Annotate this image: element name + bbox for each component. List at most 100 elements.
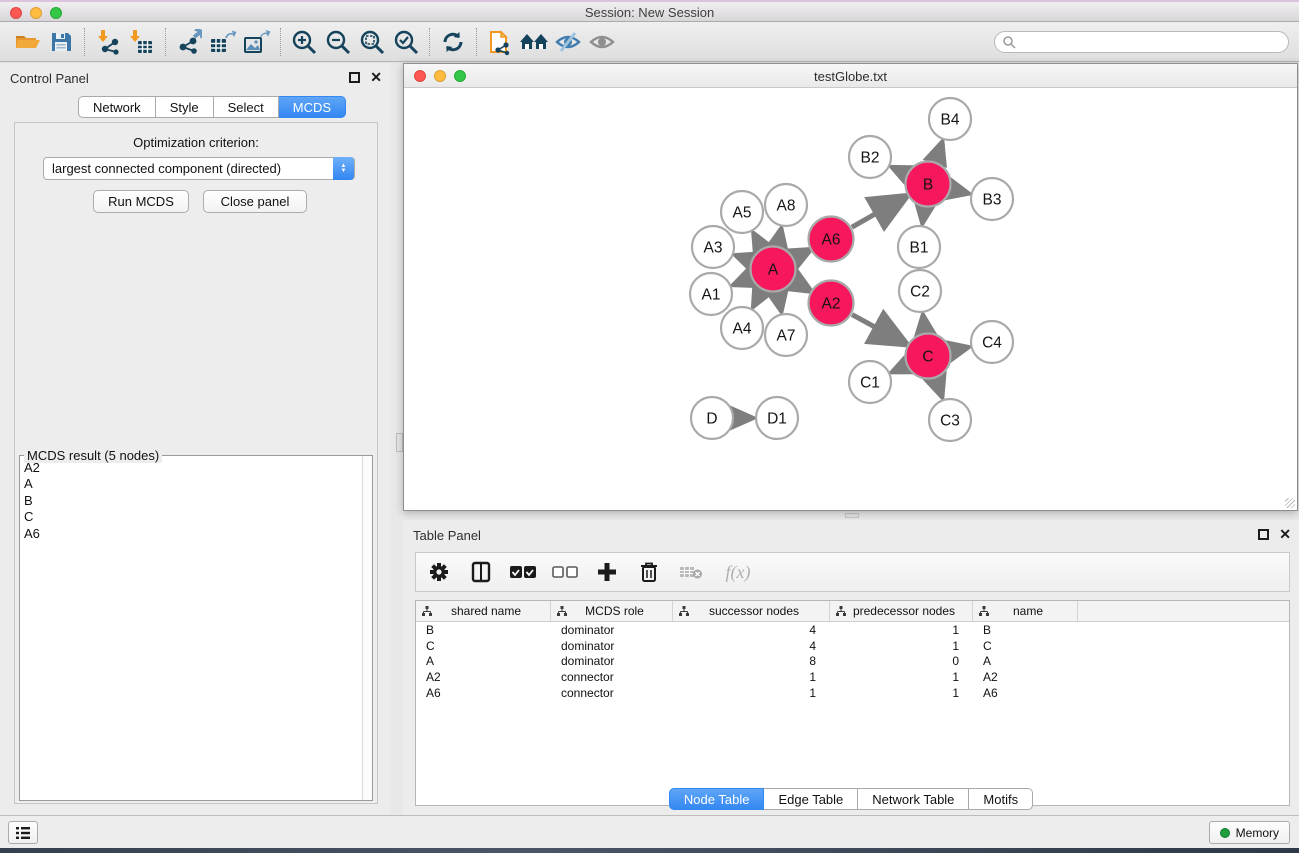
- column-visibility-button[interactable]: [468, 558, 494, 586]
- edge-C-C2[interactable]: [923, 316, 925, 332]
- edge-A-A5[interactable]: [754, 234, 762, 248]
- select-all-icon: [510, 565, 536, 579]
- table-row[interactable]: Adominator80A: [416, 654, 1289, 670]
- search-box[interactable]: [994, 31, 1289, 53]
- edge-A-A6[interactable]: [794, 251, 807, 258]
- table-row[interactable]: A2connector11A2: [416, 669, 1289, 685]
- network-document-button[interactable]: [483, 26, 517, 58]
- optimization-criterion-select[interactable]: largest connected component (directed) ▲…: [43, 157, 355, 180]
- memory-button-label: Memory: [1236, 826, 1279, 840]
- edge-A-A3[interactable]: [736, 256, 750, 261]
- select-all-button[interactable]: [510, 558, 536, 586]
- edge-A-A7[interactable]: [778, 293, 782, 311]
- import-network-icon: [95, 29, 121, 55]
- table-cell: 8: [673, 654, 830, 668]
- edge-C-C3[interactable]: [936, 379, 942, 397]
- table-tab-motifs[interactable]: Motifs: [969, 788, 1033, 810]
- refresh-layout-button[interactable]: [436, 26, 470, 58]
- deselect-all-icon: [552, 565, 578, 579]
- deselect-all-button[interactable]: [552, 558, 578, 586]
- network-canvas[interactable]: B4B2BB3A5A8A6A3B1AA1C2A2A4A7C4CC1DD1C3: [405, 89, 1296, 509]
- vertical-splitter-handle[interactable]: [396, 433, 403, 452]
- network-graph[interactable]: B4B2BB3A5A8A6A3B1AA1C2A2A4A7C4CC1DD1C3: [405, 89, 1296, 509]
- table-row[interactable]: Cdominator41C: [416, 638, 1289, 654]
- add-column-button[interactable]: [594, 558, 620, 586]
- close-table-panel-icon[interactable]: ✕: [1279, 529, 1291, 540]
- column-header-shared-name[interactable]: shared name: [416, 601, 551, 621]
- export-table-icon: [209, 29, 237, 55]
- table-cell: 1: [830, 686, 973, 700]
- result-item[interactable]: A: [21, 476, 361, 492]
- window-resize-handle[interactable]: [1285, 498, 1295, 508]
- close-panel-button[interactable]: Close panel: [203, 190, 307, 213]
- column-header-predecessor-nodes[interactable]: predecessor nodes: [830, 601, 973, 621]
- edge-A6-B[interactable]: [852, 197, 905, 227]
- edge-B-B4[interactable]: [936, 143, 942, 162]
- result-item[interactable]: B: [21, 493, 361, 509]
- edge-A-A4[interactable]: [754, 290, 762, 306]
- function-builder-button[interactable]: f(x): [720, 558, 756, 586]
- export-network-button[interactable]: [172, 26, 206, 58]
- tab-mcds[interactable]: MCDS: [279, 96, 346, 118]
- edge-A-A2[interactable]: [794, 281, 808, 289]
- show-details-button[interactable]: [585, 26, 619, 58]
- table-cell: 1: [673, 686, 830, 700]
- edge-B-B2[interactable]: [893, 168, 907, 174]
- result-item[interactable]: A2: [21, 460, 361, 476]
- export-image-button[interactable]: [240, 26, 274, 58]
- zoom-selected-button[interactable]: [389, 26, 423, 58]
- table-row[interactable]: A6connector11A6: [416, 685, 1289, 701]
- table-cell: C: [416, 639, 551, 653]
- mcds-result-list[interactable]: A2ABCA6: [21, 460, 361, 799]
- column-header-successor-nodes[interactable]: successor nodes: [673, 601, 830, 621]
- edge-B-B3[interactable]: [951, 189, 967, 193]
- table-tab-network-table[interactable]: Network Table: [858, 788, 969, 810]
- edge-A-A8[interactable]: [778, 229, 781, 245]
- tab-style[interactable]: Style: [156, 96, 214, 118]
- result-item[interactable]: C: [21, 509, 361, 525]
- tab-network[interactable]: Network: [78, 96, 156, 118]
- table-tab-node-table[interactable]: Node Table: [669, 788, 765, 810]
- zoom-out-button[interactable]: [321, 26, 355, 58]
- zoom-fit-button[interactable]: [355, 26, 389, 58]
- import-network-button[interactable]: [91, 26, 125, 58]
- tab-select[interactable]: Select: [214, 96, 279, 118]
- save-session-icon: [49, 30, 73, 54]
- network-window-titlebar[interactable]: testGlobe.txt: [404, 64, 1297, 88]
- edge-A-A1[interactable]: [734, 278, 751, 285]
- delete-column-button[interactable]: [636, 558, 662, 586]
- zoom-in-button[interactable]: [287, 26, 321, 58]
- export-table-button[interactable]: [206, 26, 240, 58]
- home-button[interactable]: [517, 26, 551, 58]
- column-header-MCDS-role[interactable]: MCDS role: [551, 601, 673, 621]
- result-item[interactable]: A6: [21, 526, 361, 542]
- float-panel-icon[interactable]: [349, 72, 360, 83]
- settings-gear-button[interactable]: [426, 558, 452, 586]
- edge-A2-C[interactable]: [852, 315, 904, 344]
- column-header-label: shared name: [432, 604, 550, 618]
- close-panel-icon[interactable]: ✕: [370, 72, 382, 83]
- hide-details-button[interactable]: [551, 26, 585, 58]
- column-header-name[interactable]: name: [973, 601, 1078, 621]
- search-input[interactable]: [1016, 35, 1288, 49]
- edge-C-C4[interactable]: [951, 347, 967, 351]
- table-row[interactable]: Bdominator41B: [416, 622, 1289, 638]
- table-tab-edge-table[interactable]: Edge Table: [764, 788, 858, 810]
- attribute-type-icon: [422, 606, 432, 616]
- edge-B-B1[interactable]: [923, 208, 925, 222]
- task-history-button[interactable]: [8, 821, 38, 844]
- horizontal-splitter-handle[interactable]: [845, 513, 859, 518]
- result-scrollbar[interactable]: [362, 456, 372, 800]
- import-table-button[interactable]: [125, 26, 159, 58]
- select-stepper-icon: ▲▼: [333, 157, 354, 180]
- column-visibility-icon: [470, 561, 492, 583]
- open-session-button[interactable]: [10, 26, 44, 58]
- run-mcds-button[interactable]: Run MCDS: [93, 190, 189, 213]
- save-session-button[interactable]: [44, 26, 78, 58]
- memory-button[interactable]: Memory: [1209, 821, 1290, 844]
- float-table-panel-icon[interactable]: [1258, 529, 1269, 540]
- edge-C-C1[interactable]: [893, 366, 906, 372]
- table-panel: Table Panel ✕: [403, 520, 1299, 815]
- export-network-icon: [176, 29, 202, 55]
- delete-table-button[interactable]: [678, 558, 704, 586]
